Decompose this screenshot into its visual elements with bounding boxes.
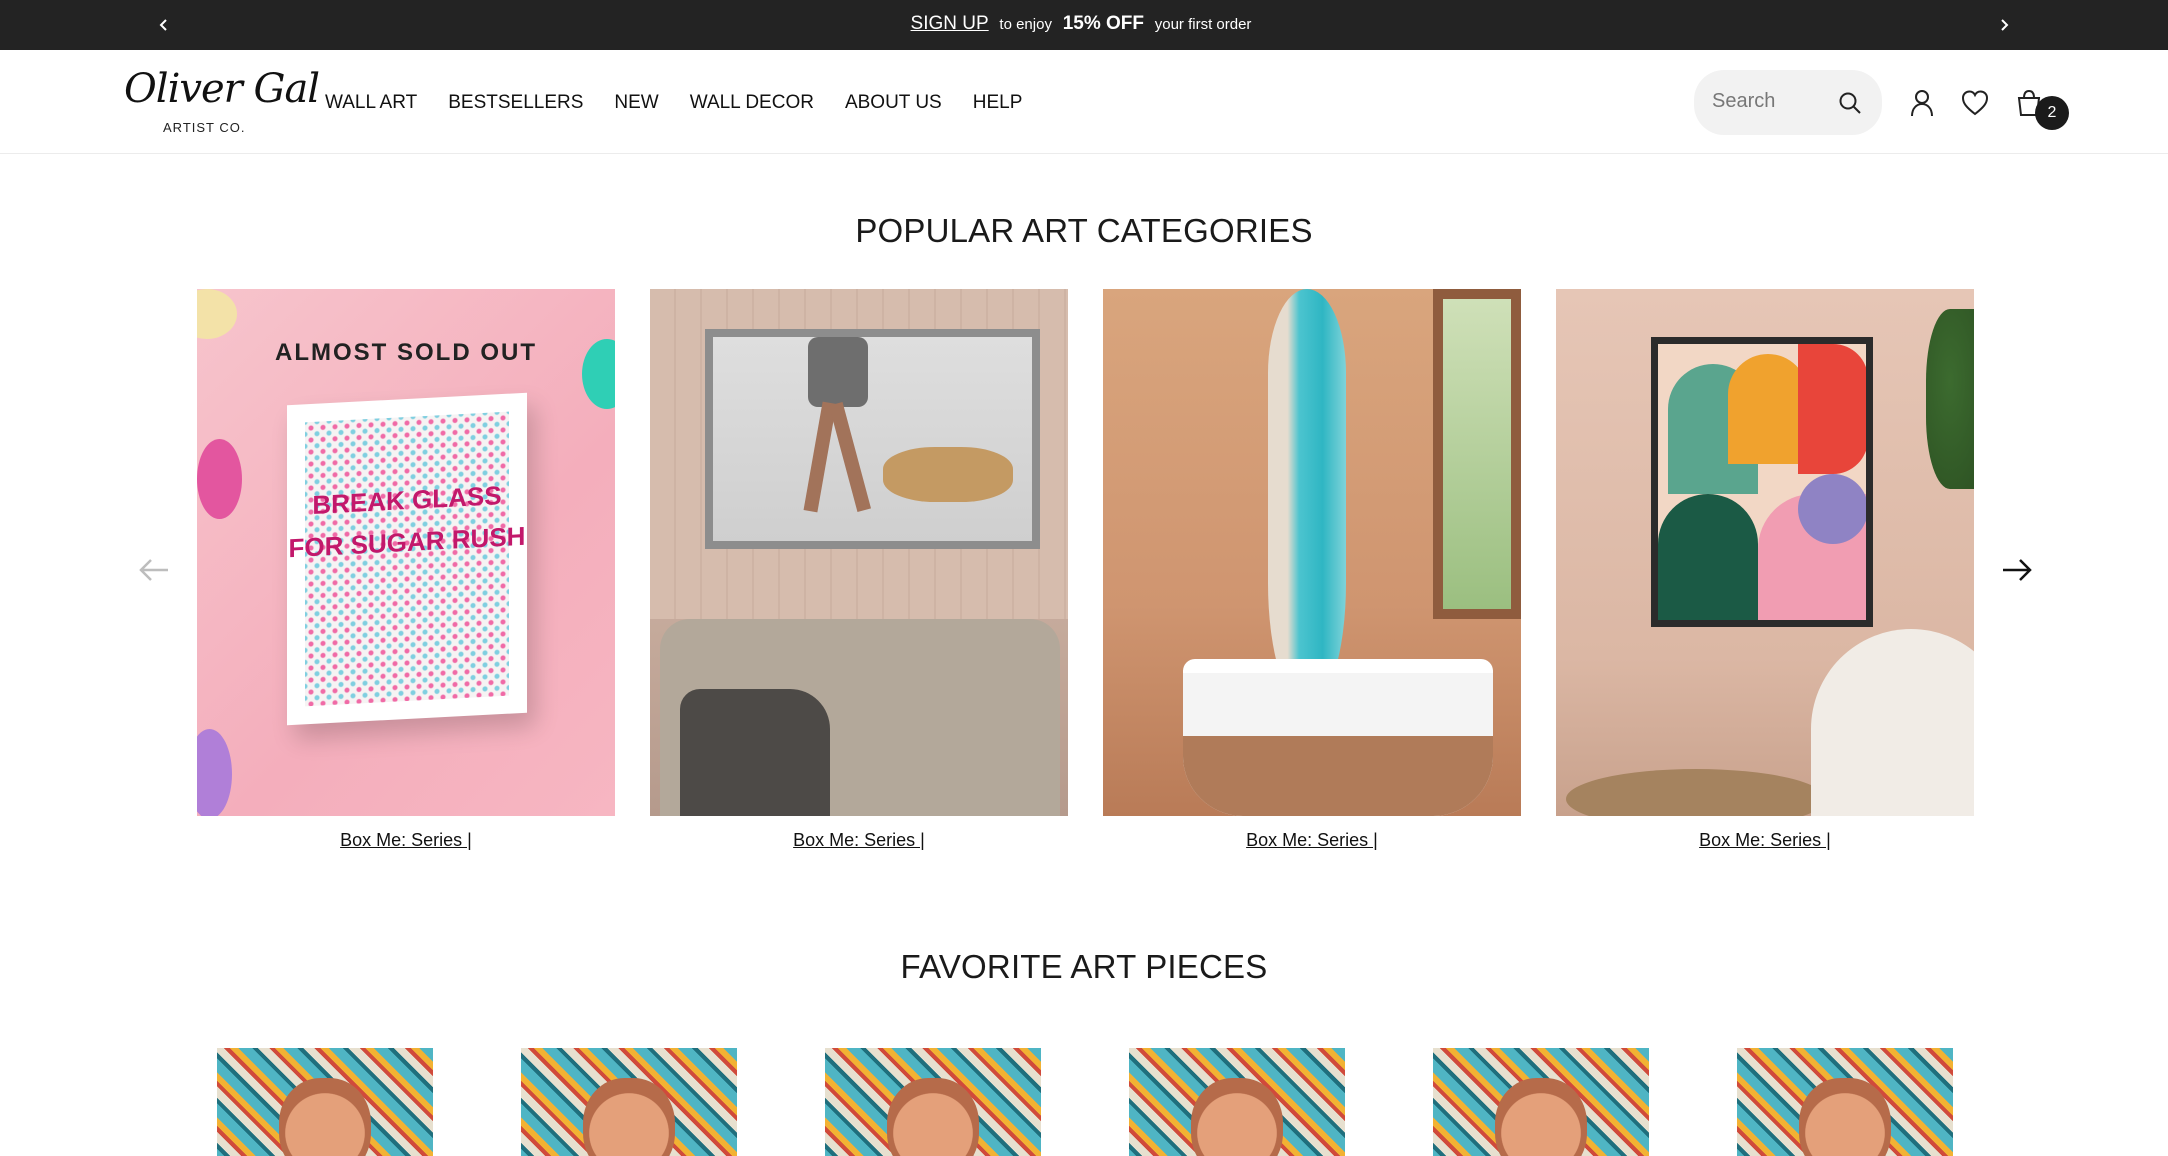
category-card: ALMOST SOLD OUT BREAK GLASS FOR SUGAR RU… xyxy=(197,289,615,851)
art-text: BREAK GLASS FOR SUGAR RUSH xyxy=(288,480,526,564)
category-image-surfboard[interactable] xyxy=(1103,289,1521,816)
favorite-art-thumbnail[interactable] xyxy=(1433,1048,1649,1156)
account-button[interactable] xyxy=(1907,88,1937,118)
cart-count-badge: 2 xyxy=(2035,96,2069,130)
category-card: Box Me: Series | xyxy=(650,289,1068,851)
category-image-abstract[interactable] xyxy=(1556,289,1974,816)
categories-prev-button[interactable] xyxy=(134,550,174,590)
site-header: Oliver Gal ARTIST CO. WALL ART BESTSELLE… xyxy=(0,50,2168,154)
category-image-sugar-rush[interactable]: ALMOST SOLD OUT BREAK GLASS FOR SUGAR RU… xyxy=(197,289,615,816)
nav-item-about-us[interactable]: ABOUT US xyxy=(845,92,942,114)
logo-subtitle: ARTIST CO. xyxy=(163,120,246,135)
announcement-tail: your first order xyxy=(1154,16,1252,33)
logo-script: Oliver Gal xyxy=(124,66,320,112)
announcement-offer: 15% OFF xyxy=(1062,13,1144,34)
nav-item-bestsellers[interactable]: BESTSELLERS xyxy=(448,92,583,114)
categories-next-button[interactable] xyxy=(1997,550,2037,590)
category-card: Box Me: Series | xyxy=(1103,289,1521,851)
nav-item-help[interactable]: HELP xyxy=(973,92,1023,114)
arrow-right-icon xyxy=(2003,559,2032,581)
logo[interactable]: Oliver Gal ARTIST CO. xyxy=(124,66,320,140)
search-box xyxy=(1694,70,1882,135)
favorite-pieces-title: FAVORITE ART PIECES xyxy=(900,948,1268,985)
nav-item-wall-decor[interactable]: WALL DECOR xyxy=(690,92,814,114)
category-label[interactable]: Box Me: Series | xyxy=(1556,830,1974,851)
favorite-art-thumbnail[interactable] xyxy=(217,1048,433,1156)
main-nav: WALL ART BESTSELLERS NEW WALL DECOR ABOU… xyxy=(325,92,1022,114)
wishlist-button[interactable] xyxy=(1960,88,1990,118)
chevron-right-icon xyxy=(2001,19,2009,31)
announcement-message: SIGN UP to enjoy 15% OFF your first orde… xyxy=(0,13,2168,35)
announcement-bar: SIGN UP to enjoy 15% OFF your first orde… xyxy=(0,0,2168,50)
category-label[interactable]: Box Me: Series | xyxy=(1103,830,1521,851)
framed-art: BREAK GLASS FOR SUGAR RUSH xyxy=(287,392,527,726)
category-image-cheetah-walk[interactable] xyxy=(650,289,1068,816)
user-icon xyxy=(1911,90,1933,117)
search-input[interactable] xyxy=(1712,88,1832,114)
category-card: Box Me: Series | xyxy=(1556,289,1974,851)
nav-item-wall-art[interactable]: WALL ART xyxy=(325,92,417,114)
announcement-to-enjoy: to enjoy xyxy=(999,16,1052,33)
favorite-art-thumbnail[interactable] xyxy=(521,1048,737,1156)
category-label[interactable]: Box Me: Series | xyxy=(650,830,1068,851)
favorite-art-thumbnail[interactable] xyxy=(1737,1048,1953,1156)
nav-item-new[interactable]: NEW xyxy=(614,92,658,114)
favorite-art-thumbnail[interactable] xyxy=(825,1048,1041,1156)
announcement-next-button[interactable] xyxy=(1990,11,2018,39)
almost-sold-out-text: ALMOST SOLD OUT xyxy=(275,339,537,366)
arrow-left-icon xyxy=(139,559,168,581)
category-label[interactable]: Box Me: Series | xyxy=(197,830,615,851)
favorite-art-thumbnail[interactable] xyxy=(1129,1048,1345,1156)
search-icon[interactable] xyxy=(1837,90,1863,116)
signup-link[interactable]: SIGN UP xyxy=(911,13,989,34)
popular-categories-title: POPULAR ART CATEGORIES xyxy=(855,212,1313,249)
heart-icon xyxy=(1961,90,1989,116)
